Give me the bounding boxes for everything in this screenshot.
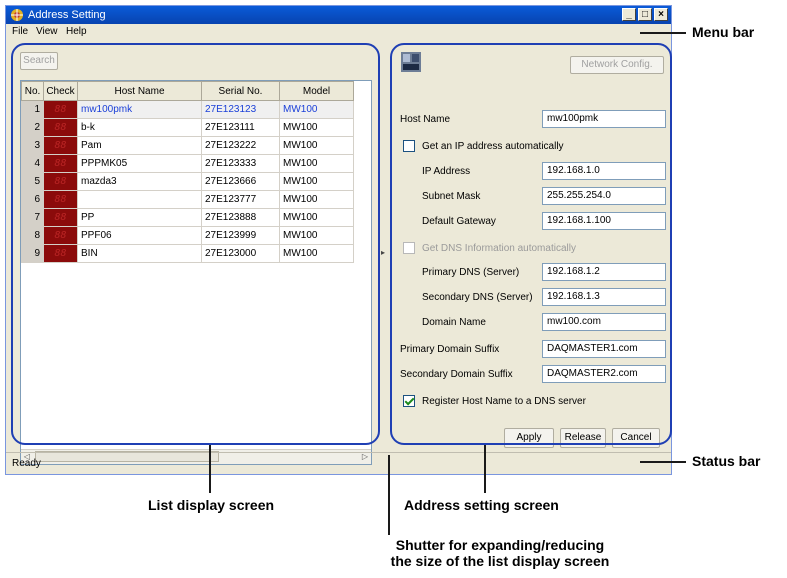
list-display-callout: List display screen — [148, 497, 275, 513]
shutter-callout: Shutter for expanding/reducing the size … — [355, 537, 645, 569]
shutter-callout-line1: Shutter for expanding/reducing — [395, 537, 605, 553]
status-bar: Ready — [6, 452, 671, 475]
shutter-callout-line — [388, 455, 390, 535]
menu-help[interactable]: Help — [66, 26, 87, 37]
minimize-button[interactable]: _ — [622, 8, 636, 21]
menu-bar-callout-line — [640, 32, 686, 34]
address-setting-callout: Address setting screen — [404, 497, 559, 513]
window-title: Address Setting — [28, 9, 106, 21]
menu-bar: File View Help — [6, 24, 671, 40]
menu-file[interactable]: File — [12, 26, 28, 37]
menu-view[interactable]: View — [36, 26, 58, 37]
status-text: Ready — [12, 458, 41, 469]
shutter-arrow-icon[interactable]: ▸ — [379, 248, 387, 262]
address-setting-highlight — [390, 43, 672, 445]
list-display-callout-line — [209, 445, 211, 493]
maximize-button[interactable]: □ — [638, 8, 652, 21]
list-display-highlight — [11, 43, 380, 445]
shutter-callout-line2: the size of the list display screen — [390, 553, 610, 569]
menu-bar-callout: Menu bar — [692, 24, 755, 40]
title-bar: Address Setting _ □ × — [6, 6, 671, 24]
app-icon — [11, 9, 23, 21]
close-button[interactable]: × — [654, 8, 668, 21]
status-bar-callout-line — [640, 461, 686, 463]
address-setting-callout-line — [484, 445, 486, 493]
status-bar-callout: Status bar — [692, 453, 761, 469]
window-controls: _ □ × — [622, 8, 668, 21]
